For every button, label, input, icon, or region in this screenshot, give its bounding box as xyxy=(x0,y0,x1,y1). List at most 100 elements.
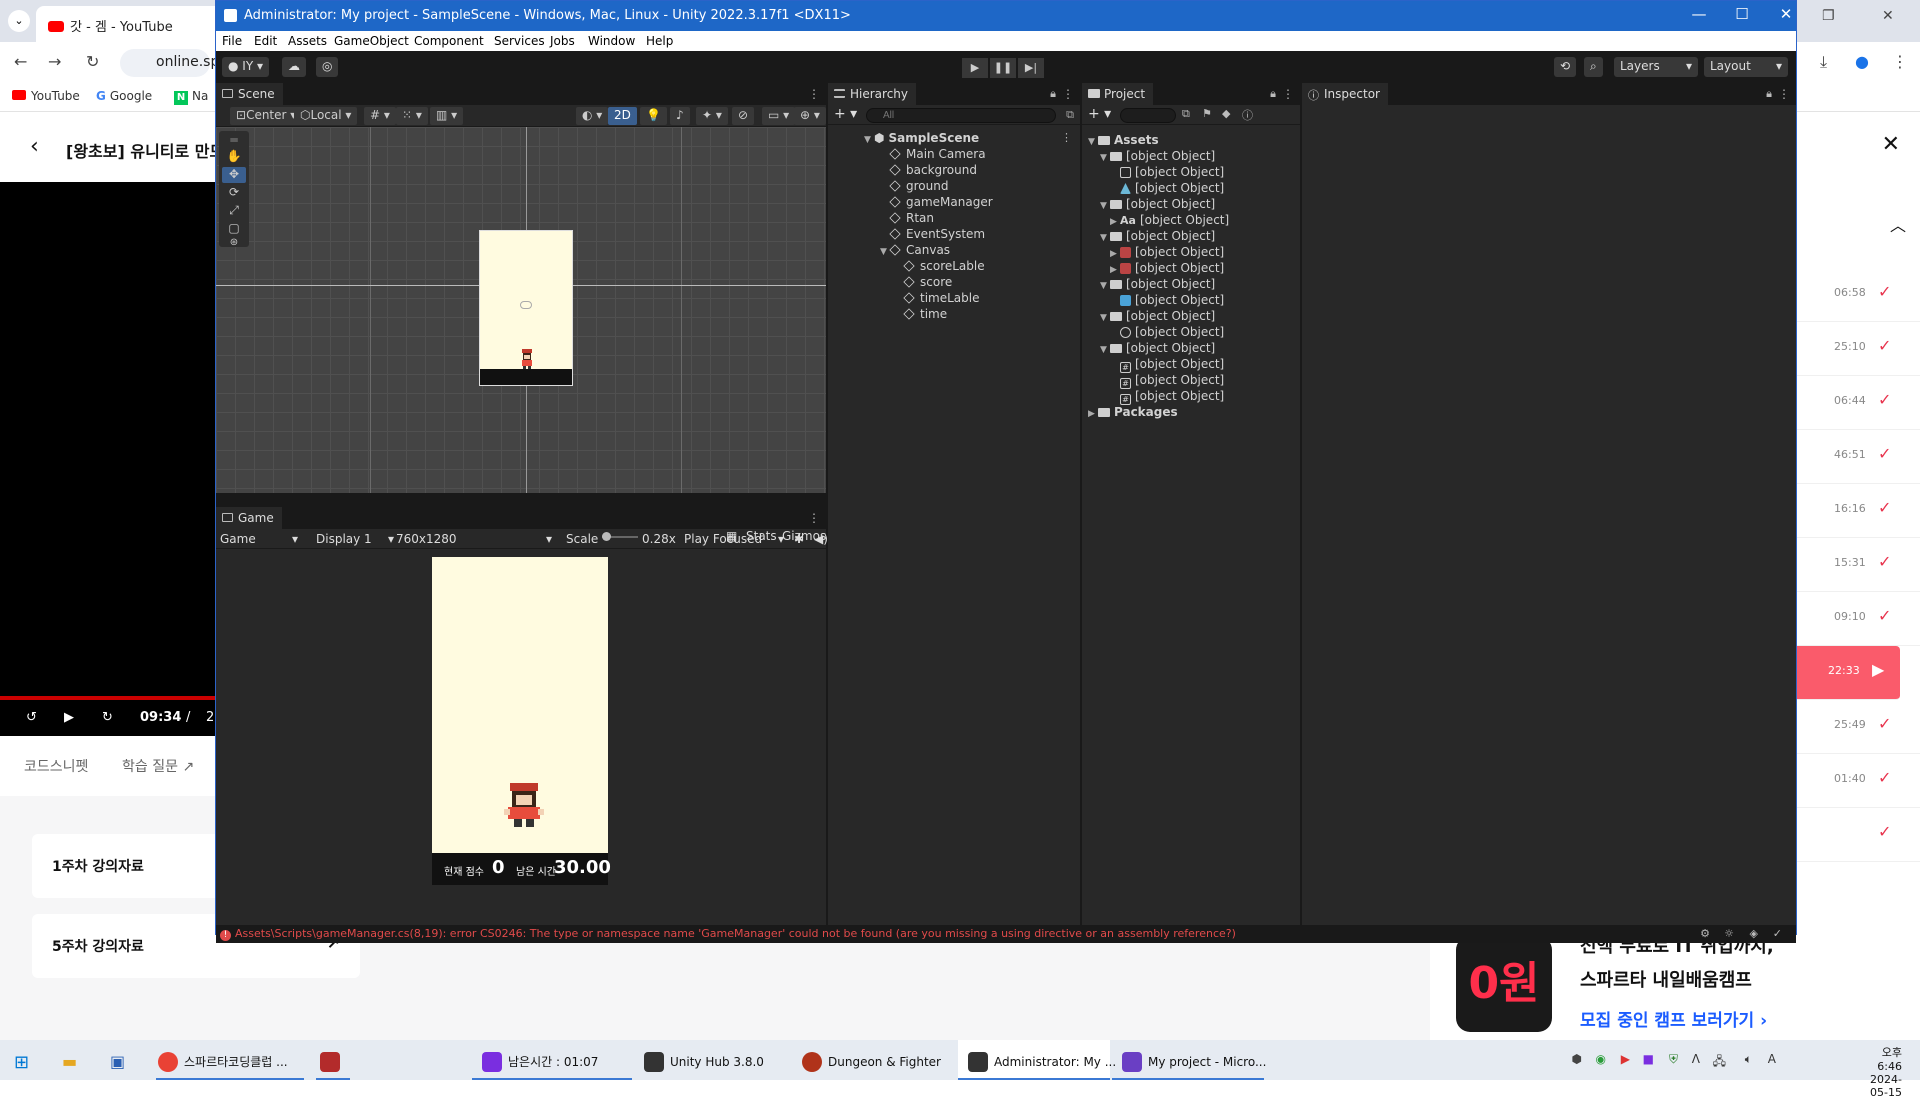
bookmark-naver[interactable]: N Na xyxy=(174,89,208,105)
cloud-button[interactable]: ☁ xyxy=(282,57,306,77)
close-icon[interactable]: ✕ xyxy=(1771,5,1801,27)
lesson-list-item[interactable]: 09:10 ✓ xyxy=(1796,592,1920,646)
panel-menu-icon[interactable]: ⋮ xyxy=(808,87,820,101)
qna-link[interactable]: 학습 질문 ↗ xyxy=(122,756,194,776)
collapse-arrow-icon[interactable]: ▶ xyxy=(1110,249,1120,259)
pause-button[interactable]: ❚❚ xyxy=(990,58,1016,78)
project-search-input[interactable] xyxy=(1120,108,1176,123)
history-button[interactable]: ⟲ xyxy=(1554,57,1577,77)
collapse-arrow-icon[interactable]: ▶ xyxy=(1110,217,1120,227)
taskbar-visual-studio[interactable]: My project - Micro... xyxy=(1122,1040,1266,1080)
video-player[interactable] xyxy=(0,182,216,700)
hierarchy-item[interactable]: ▼ Canvas xyxy=(880,243,950,259)
collab-button[interactable]: ◎ xyxy=(316,57,339,77)
search-by-type-icon[interactable]: ⧉ xyxy=(1182,107,1190,121)
project-item[interactable]: [object Object] xyxy=(1120,325,1224,341)
taskbar-timer[interactable]: 남은시간 : 01:07 xyxy=(482,1040,598,1080)
menu-gameobject[interactable]: GameObject xyxy=(334,34,409,48)
grid-visibility-button[interactable]: ⁙ ▾ xyxy=(396,107,428,125)
unity-title-bar[interactable]: Administrator: My project - SampleScene … xyxy=(216,1,1796,31)
ime-icon[interactable]: A xyxy=(1768,1040,1776,1080)
tray-timer-icon[interactable]: ■ xyxy=(1643,1040,1654,1080)
expand-arrow-icon[interactable]: ▼ xyxy=(1088,137,1098,147)
tab-project[interactable]: Project xyxy=(1082,83,1154,105)
collapse-chevron-icon[interactable]: ︿ xyxy=(1890,212,1906,236)
cache-icon[interactable]: ◈ xyxy=(1750,927,1758,940)
account-dropdown[interactable]: ● IY ▾ xyxy=(222,57,270,77)
scene-ground-sprite[interactable] xyxy=(480,369,572,385)
lesson-list-item[interactable]: 16:16 ✓ xyxy=(1796,484,1920,538)
create-dropdown[interactable]: + ▾ xyxy=(834,106,857,122)
hierarchy-item[interactable]: gameManager xyxy=(889,195,993,211)
collapse-arrow-icon[interactable]: ▶ xyxy=(1088,409,1098,419)
hierarchy-item[interactable]: time xyxy=(903,307,947,323)
minimize-icon[interactable]: — xyxy=(1684,5,1714,27)
favorite-icon[interactable]: ◆ xyxy=(1222,107,1230,120)
menu-file[interactable]: File xyxy=(222,34,242,48)
auto-generate-lighting-icon[interactable]: ☼ xyxy=(1724,927,1734,940)
scene-menu-icon[interactable]: ⋮ xyxy=(1061,131,1072,144)
debug-mode-icon[interactable]: ⚙ xyxy=(1700,927,1710,940)
hierarchy-item[interactable]: ground xyxy=(889,179,948,195)
tab-game[interactable]: Game xyxy=(216,507,282,529)
lesson-list-item[interactable]: 46:51 ✓ xyxy=(1796,430,1920,484)
status-bar[interactable]: ! Assets\Scripts\gameManager.cs(8,19): er… xyxy=(216,925,1796,943)
project-item[interactable]: ▼ [object Object] xyxy=(1100,197,1215,213)
project-item[interactable]: # [object Object] xyxy=(1120,373,1224,389)
project-item[interactable]: ▼ [object Object] xyxy=(1100,309,1215,325)
expand-arrow-icon[interactable]: ▼ xyxy=(1100,345,1110,355)
back-icon[interactable]: ← xyxy=(14,52,27,71)
more-menu-icon[interactable]: ⋮ xyxy=(1892,52,1908,71)
hierarchy-item[interactable]: timeLable xyxy=(903,291,979,307)
lesson-list-item[interactable]: 06:58 ✓ xyxy=(1796,268,1920,322)
project-assets-root[interactable]: ▼ Assets xyxy=(1088,133,1159,149)
tray-app-icon[interactable]: ⬢ xyxy=(1572,1040,1582,1080)
menu-component[interactable]: Component xyxy=(414,34,484,48)
expand-arrow-icon[interactable]: ▼ xyxy=(880,247,890,257)
scene-background-sprite[interactable] xyxy=(479,230,573,386)
rewind-10-icon[interactable]: ↺ xyxy=(26,710,37,725)
hierarchy-scene-root[interactable]: ▼ ⬢ SampleScene xyxy=(864,131,979,147)
space-dropdown[interactable]: ⬡Local ▾ xyxy=(294,107,358,125)
expand-arrow-icon[interactable]: ▼ xyxy=(1100,233,1110,243)
effects-dropdown[interactable]: ✦ ▾ xyxy=(696,107,728,125)
bookmark-google[interactable]: G Google xyxy=(96,89,152,103)
promo-link[interactable]: 모집 중인 캠프 보러가기 › xyxy=(1580,1006,1767,1031)
project-item[interactable]: [object Object] xyxy=(1120,181,1224,197)
transform-tool-icon[interactable]: ⊛ xyxy=(222,237,246,248)
menu-edit[interactable]: Edit xyxy=(254,34,277,48)
file-explorer-button[interactable]: ▬ xyxy=(62,1040,77,1080)
search-by-label-icon[interactable]: ⚑ xyxy=(1202,107,1212,120)
play-button[interactable]: ▶ xyxy=(962,58,988,78)
tray-shield-icon[interactable]: ⛨ xyxy=(1669,1040,1678,1080)
project-item[interactable]: ▶ [object Object] xyxy=(1110,245,1224,261)
increment-snap-button[interactable]: ▥ ▾ xyxy=(430,107,464,125)
pivot-dropdown[interactable]: ⊡Center ▾ xyxy=(230,107,303,125)
tray-chevron-icon[interactable]: ᐱ xyxy=(1692,1040,1700,1080)
taskbar-unity-hub[interactable]: Unity Hub 3.8.0 xyxy=(644,1040,764,1080)
step-button[interactable]: ▶| xyxy=(1018,58,1044,78)
project-item[interactable]: ▼ [object Object] xyxy=(1100,277,1215,293)
layers-dropdown[interactable]: Layers ▾ xyxy=(1614,57,1698,77)
forward-icon[interactable]: → xyxy=(48,52,61,71)
bookmark-youtube[interactable]: YouTube xyxy=(12,89,80,103)
hierarchy-item[interactable]: score xyxy=(903,275,952,291)
move-tool-icon[interactable]: ✥ xyxy=(222,167,246,183)
taskbar-app-button[interactable]: ▣ xyxy=(110,1040,125,1080)
search-button[interactable]: ⌕ xyxy=(1584,57,1603,77)
volume-icon[interactable]: 🔈︎ xyxy=(1745,1040,1752,1080)
play-icon[interactable]: ▶ xyxy=(64,710,74,725)
hierarchy-item[interactable]: EventSystem xyxy=(889,227,985,243)
hierarchy-item[interactable]: Rtan xyxy=(889,211,934,227)
menu-services[interactable]: Services xyxy=(494,34,545,48)
hidden-packages-icon[interactable]: ⓘ xyxy=(1242,107,1253,123)
lesson-list-item[interactable]: 06:44 ✓ xyxy=(1796,376,1920,430)
panel-menu-icon[interactable]: ⋮ xyxy=(808,511,820,525)
lesson-list-item[interactable]: 25:10 ✓ xyxy=(1796,322,1920,376)
project-item[interactable]: # [object Object] xyxy=(1120,389,1224,405)
system-clock[interactable]: 오후 6:46 2024-05-15 xyxy=(1870,1044,1902,1099)
project-item[interactable]: # [object Object] xyxy=(1120,357,1224,373)
shading-dropdown[interactable]: ◐ ▾ xyxy=(576,107,609,125)
rtan-character-sprite[interactable] xyxy=(518,349,536,371)
start-button[interactable]: ⊞ xyxy=(14,1040,29,1080)
